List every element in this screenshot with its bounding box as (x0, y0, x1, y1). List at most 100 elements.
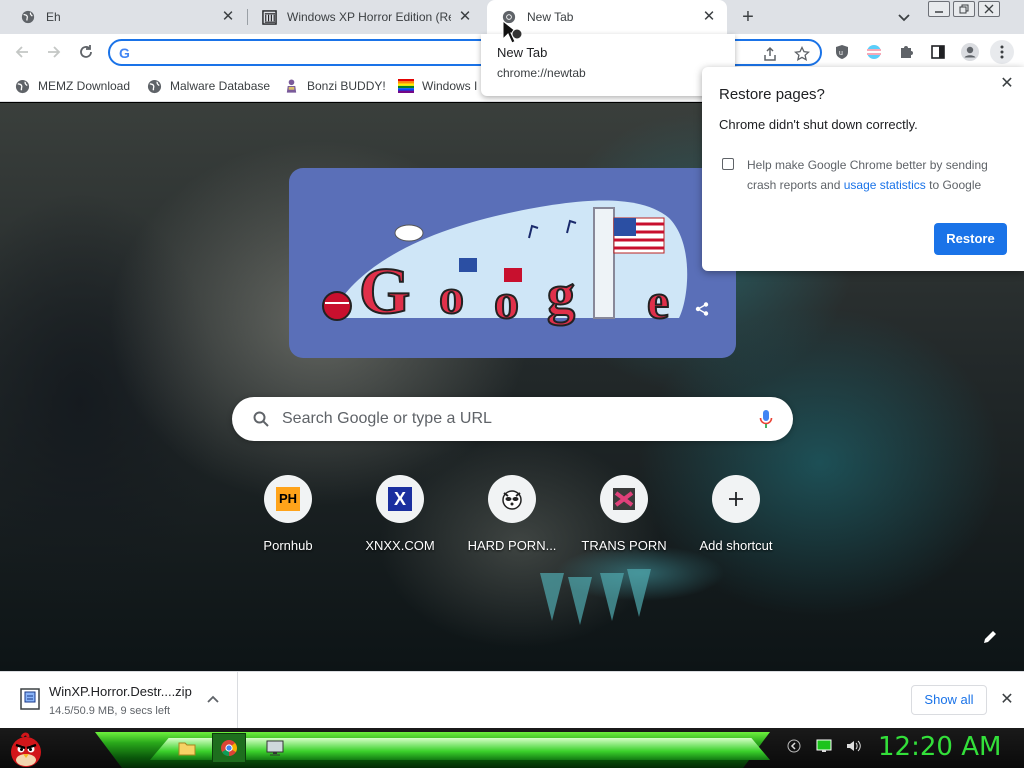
chevron-left-icon[interactable] (786, 738, 802, 754)
background-shape (540, 573, 564, 621)
tab-title: Windows XP Horror Edition (Rea (287, 10, 451, 24)
shortcut-icon-circle: PH (264, 475, 312, 523)
back-button[interactable] (10, 40, 34, 64)
shortcut-label: XNXX.COM (365, 538, 435, 553)
shortcut-xnxx[interactable]: X XNXX.COM (344, 475, 456, 567)
shortcut-pornhub[interactable]: PH Pornhub (232, 475, 344, 567)
shortcut-trans-porn[interactable]: TRANS PORN (568, 475, 680, 567)
download-shelf: WinXP.Horror.Destr....zip 14.5/50.9 MB, … (0, 671, 1024, 728)
google-search-box[interactable] (232, 397, 793, 441)
bonzi-icon (283, 78, 299, 94)
trans-flag-icon[interactable] (862, 40, 886, 64)
museum-icon (261, 9, 277, 25)
background-shape (600, 573, 624, 621)
bookmark-label: Bonzi BUDDY! (307, 79, 386, 93)
svg-text:o: o (439, 268, 464, 324)
bookmark-memz-download[interactable]: MEMZ Download (14, 76, 130, 96)
menu-kebab-icon[interactable] (990, 40, 1014, 64)
google-doodle[interactable]: G o o g e (289, 168, 736, 358)
minimize-button[interactable] (928, 1, 950, 17)
hover-card-title: New Tab (497, 45, 548, 60)
close-icon[interactable]: ✕ (457, 9, 473, 25)
tab-title: New Tab (527, 10, 574, 24)
chevron-up-icon[interactable] (205, 692, 221, 708)
taskbar-clock[interactable]: 12:20 AM (878, 732, 1001, 762)
new-tab-button[interactable]: + (737, 6, 759, 28)
close-window-button[interactable] (978, 1, 1000, 17)
window-controls (928, 1, 1003, 17)
chrome-icon (221, 740, 237, 757)
usage-statistics-link[interactable]: usage statistics (844, 178, 926, 192)
dialog-title: Restore pages? (719, 86, 825, 103)
taskbar: 12:20 AM (0, 728, 1024, 768)
taskbar-chrome[interactable] (212, 733, 246, 763)
profile-avatar-icon[interactable] (958, 40, 982, 64)
folder-icon (178, 742, 196, 756)
zip-file-icon (20, 688, 40, 710)
tab-eh[interactable]: Eh ✕ (6, 0, 246, 34)
download-item[interactable]: WinXP.Horror.Destr....zip 14.5/50.9 MB, … (0, 672, 238, 728)
checkbox-text-end: to Google (929, 178, 982, 192)
close-icon[interactable]: ✕ (998, 75, 1016, 93)
bookmark-label: MEMZ Download (38, 79, 131, 93)
bookmark-star-icon[interactable] (792, 44, 812, 64)
download-status: 14.5/50.9 MB, 9 secs left (49, 705, 171, 717)
share-icon[interactable] (760, 44, 780, 64)
shortcut-label: Pornhub (263, 538, 313, 553)
chevron-down-icon[interactable] (894, 7, 914, 27)
close-icon[interactable]: ✕ (220, 9, 236, 25)
shortcut-icon-circle: X (376, 475, 424, 523)
shortcut-hard-porn[interactable]: HARD PORN... (456, 475, 568, 567)
side-panel-icon[interactable] (926, 40, 950, 64)
add-shortcut-button[interactable]: Add shortcut (680, 475, 792, 567)
ph-icon: PH (276, 487, 300, 511)
svg-text:g: g (547, 264, 575, 326)
close-icon[interactable]: ✕ (998, 691, 1016, 709)
taskbar-remote-desktop[interactable] (258, 733, 292, 763)
share-icon[interactable] (694, 301, 710, 320)
hover-card-url: chrome://newtab (497, 66, 586, 80)
restore-button[interactable]: Restore (934, 223, 1007, 255)
reload-button[interactable] (74, 40, 98, 64)
shortcut-label: Add shortcut (699, 538, 773, 553)
download-filename: WinXP.Horror.Destr....zip (49, 684, 192, 699)
forward-button[interactable] (42, 40, 66, 64)
close-icon[interactable]: ✕ (701, 9, 717, 25)
volume-icon[interactable] (846, 738, 862, 754)
svg-text:G: G (359, 255, 410, 328)
google-g-icon: G (119, 45, 130, 61)
extensions-puzzle-icon[interactable] (894, 40, 918, 64)
search-input[interactable] (282, 406, 732, 432)
shortcut-icon-circle (712, 475, 760, 523)
shortcut-label: TRANS PORN (581, 538, 667, 553)
globe-icon (20, 9, 36, 25)
show-all-button[interactable]: Show all (911, 685, 987, 715)
background-shape (627, 569, 651, 617)
svg-text:e: e (647, 273, 669, 329)
ublock-icon[interactable]: u (830, 40, 854, 64)
pencil-icon[interactable] (982, 629, 1002, 649)
dialog-message: Chrome didn't shut down correctly. (719, 117, 918, 132)
restore-window-button[interactable] (953, 1, 975, 17)
site-icon (613, 488, 635, 510)
crash-report-checkbox[interactable] (722, 158, 734, 170)
plus-icon (729, 492, 743, 506)
tab-winxp-horror[interactable]: Windows XP Horror Edition (Rea ✕ (247, 0, 483, 34)
system-tray (786, 738, 862, 754)
background-shape (568, 577, 592, 625)
globe-icon (146, 78, 162, 94)
bookmark-malware-database[interactable]: Malware Database (146, 76, 270, 96)
checkbox-label: Help make Google Chrome better by sendin… (747, 155, 1007, 195)
rainbow-flag-icon (398, 78, 414, 94)
bookmark-bonzi-buddy[interactable]: Bonzi BUDDY! (283, 76, 386, 96)
x-icon: X (388, 487, 412, 511)
monitor-icon (266, 740, 284, 756)
taskbar-file-explorer[interactable] (170, 733, 204, 763)
start-button-angry-bird-icon[interactable] (6, 730, 46, 768)
tab-title: Eh (46, 10, 61, 24)
shortcut-icon-circle (488, 475, 536, 523)
bookmark-windows[interactable]: Windows I (398, 76, 477, 96)
microphone-icon[interactable] (759, 409, 773, 432)
network-icon[interactable] (816, 738, 832, 754)
svg-text:u: u (839, 50, 843, 57)
